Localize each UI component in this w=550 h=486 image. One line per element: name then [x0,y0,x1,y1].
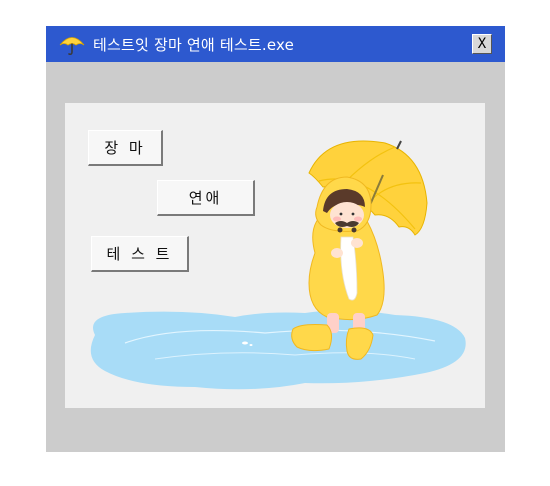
title-bar[interactable]: 테스트잇 장마 연애 테스트.exe X [46,26,505,62]
menu-button-test[interactable]: 테 스 트 [91,236,189,272]
menu-button-yeonae[interactable]: 연애 [157,180,255,216]
app-window: 테스트잇 장마 연애 테스트.exe X 장 마 연애 테 스 트 [46,26,505,452]
window-title: 테스트잇 장마 연애 테스트.exe [93,36,295,54]
puddle-image [90,310,466,390]
menu-button-jangma[interactable]: 장 마 [88,130,163,166]
close-button[interactable]: X [472,34,492,54]
content-panel: 장 마 연애 테 스 트 [65,103,485,408]
umbrella-icon [59,37,85,56]
